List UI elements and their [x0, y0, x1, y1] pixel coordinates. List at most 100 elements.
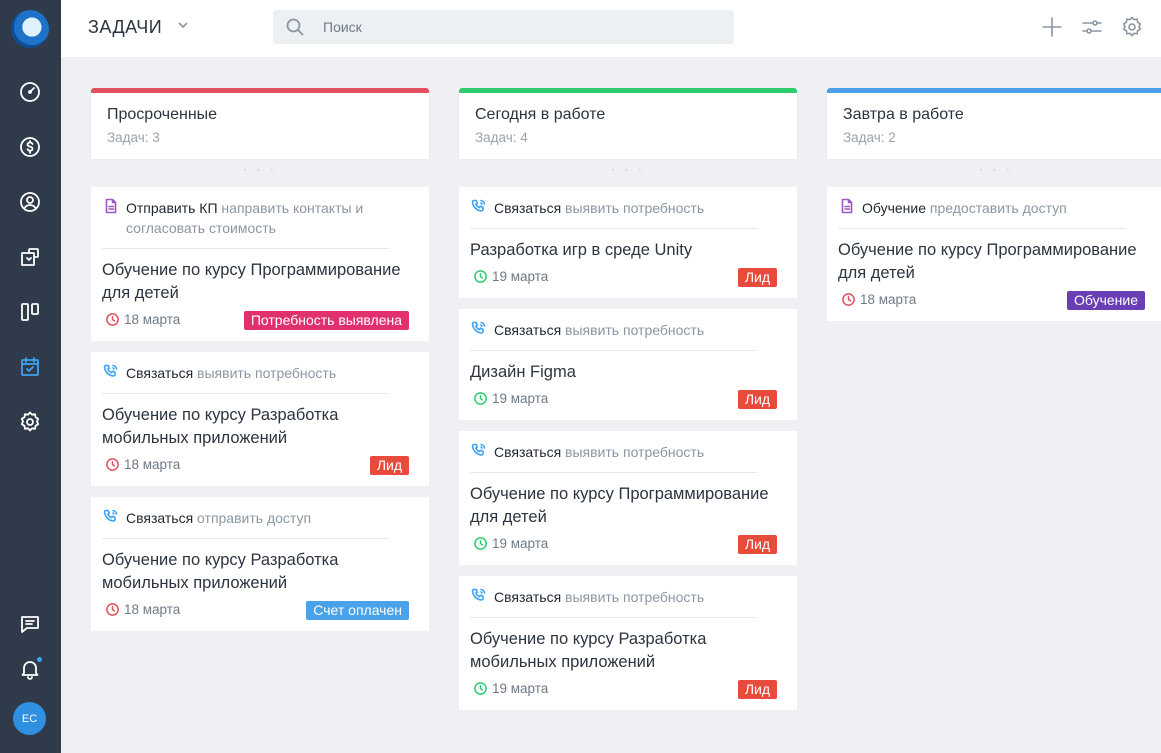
task-card[interactable]: Связаться выявить потребность Обучение по… [91, 352, 429, 486]
nav-tasks-calendar-check-icon[interactable] [16, 353, 44, 381]
due-date: 18 марта [841, 292, 916, 307]
task-line: Связаться отправить доступ [102, 508, 389, 539]
task-description: выявить потребность [565, 200, 705, 216]
column-drag-handle[interactable]: · · · [459, 159, 797, 187]
gear-icon [1122, 16, 1142, 37]
status-badge: Лид [737, 390, 777, 409]
task-card[interactable]: Связаться выявить потребность Разработка … [459, 187, 797, 298]
card-footer: 18 марта Обучение [838, 291, 1155, 311]
task-text: Связаться отправить доступ [126, 508, 311, 528]
column-title: Завтра в работе [843, 106, 964, 123]
task-text: Связаться выявить потребность [494, 442, 704, 462]
due-date-text: 19 марта [492, 269, 549, 284]
task-card[interactable]: Связаться выявить потребность Обучение по… [459, 576, 797, 710]
due-date: 19 марта [473, 681, 548, 696]
card-footer: 18 марта Лид [102, 456, 419, 476]
search-box [273, 10, 734, 44]
task-action: Связаться [494, 200, 562, 216]
task-line: Связаться выявить потребность [102, 363, 389, 394]
column-title: Просроченные [107, 106, 218, 123]
clock-icon [473, 681, 488, 696]
nav-dashboard-gauge-icon[interactable] [16, 78, 44, 106]
due-date: 19 марта [473, 391, 548, 406]
card-footer: 18 марта Потребность выявлена [102, 311, 419, 331]
clock-icon [105, 312, 120, 327]
column-task-count: Задач: 2 [843, 130, 896, 145]
task-action: Обучение [862, 200, 927, 216]
due-date-text: 18 марта [124, 312, 181, 327]
search-input[interactable] [323, 10, 723, 44]
task-card[interactable]: Связаться выявить потребность Обучение по… [459, 431, 797, 565]
status-badge: Лид [737, 680, 777, 699]
column-title: Сегодня в работе [475, 106, 606, 123]
task-card[interactable]: Связаться выявить потребность Дизайн Figm… [459, 309, 797, 420]
chat-icon[interactable] [16, 610, 44, 638]
document-icon [839, 198, 857, 216]
column-header[interactable]: Сегодня в работе Задач: 4 [459, 88, 797, 159]
nav-settings-gear-icon[interactable] [16, 408, 44, 436]
due-date-text: 19 марта [492, 681, 549, 696]
task-card[interactable]: Отправить КП направить контакты и соглас… [91, 187, 429, 341]
task-action: Связаться [494, 444, 562, 460]
task-line: Связаться выявить потребность [470, 587, 757, 618]
task-line: Связаться выявить потребность [470, 320, 757, 351]
due-date: 19 марта [473, 269, 548, 284]
nav-contacts-user-circle-icon[interactable] [16, 188, 44, 216]
chevron-down-icon[interactable] [176, 18, 190, 32]
column-task-count: Задач: 3 [107, 130, 160, 145]
page-title[interactable]: ЗАДАЧИ [88, 17, 162, 38]
card-title: Обучение по курсу Программирование для д… [838, 241, 1137, 282]
card-title: Обучение по курсу Разработка мобильных п… [102, 406, 339, 447]
due-date: 18 марта [105, 457, 180, 472]
clock-icon [473, 391, 488, 406]
document-icon [103, 198, 121, 216]
task-description: отправить доступ [197, 510, 312, 526]
phone-call-icon [471, 320, 489, 338]
column-header[interactable]: Завтра в работе Задач: 2 [827, 88, 1161, 159]
clock-icon [105, 602, 120, 617]
task-action: Связаться [494, 322, 562, 338]
bell-icon[interactable] [16, 655, 44, 683]
task-action: Связаться [126, 365, 194, 381]
nav-finance-dollar-icon[interactable] [16, 133, 44, 161]
topbar: ЗАДАЧИ [61, 0, 1161, 57]
column-color-bar [459, 88, 797, 93]
column-header[interactable]: Просроченные Задач: 3 [91, 88, 429, 159]
app-logo[interactable] [11, 10, 49, 48]
add-button[interactable] [1039, 14, 1065, 40]
task-description: выявить потребность [197, 365, 337, 381]
column-drag-handle[interactable]: · · · [827, 159, 1161, 187]
task-text: Связаться выявить потребность [126, 363, 336, 383]
due-date: 18 марта [105, 602, 180, 617]
due-date-text: 19 марта [492, 536, 549, 551]
due-date-text: 18 марта [124, 602, 181, 617]
task-description: выявить потребность [565, 444, 705, 460]
sidebar: EC [0, 0, 61, 753]
settings-button[interactable] [1119, 14, 1145, 40]
notification-dot [36, 656, 43, 663]
column-drag-handle[interactable]: · · · [91, 159, 429, 187]
task-card[interactable]: Связаться отправить доступ Обучение по ку… [91, 497, 429, 631]
avatar[interactable]: EC [13, 702, 46, 735]
nav-products-box-icon[interactable] [16, 243, 44, 271]
card-title: Разработка игр в среде Unity [470, 241, 693, 259]
task-line: Связаться выявить потребность [470, 198, 757, 229]
task-text: Обучение предоставить доступ [862, 198, 1067, 218]
board-column: Сегодня в работе Задач: 4 · · · Связаться в… [459, 88, 797, 721]
task-action: Связаться [494, 589, 562, 605]
nav-kanban-icon[interactable] [16, 298, 44, 326]
due-date: 18 марта [105, 312, 180, 327]
task-line: Обучение предоставить доступ [838, 198, 1125, 229]
column-task-count: Задач: 4 [475, 130, 528, 145]
clock-icon [105, 457, 120, 472]
filter-button[interactable] [1079, 14, 1105, 40]
task-text: Отправить КП направить контакты и соглас… [126, 198, 389, 238]
phone-call-icon [471, 587, 489, 605]
board-column: Завтра в работе Задач: 2 · · · Обучение пре… [827, 88, 1161, 332]
sliders-icon [1082, 20, 1102, 34]
board-column: Просроченные Задач: 3 · · · Отправить КП на… [91, 88, 429, 642]
task-text: Связаться выявить потребность [494, 320, 704, 340]
card-title: Дизайн Figma [470, 363, 576, 381]
column-color-bar [91, 88, 429, 93]
task-card[interactable]: Обучение предоставить доступ Обучение по … [827, 187, 1161, 321]
